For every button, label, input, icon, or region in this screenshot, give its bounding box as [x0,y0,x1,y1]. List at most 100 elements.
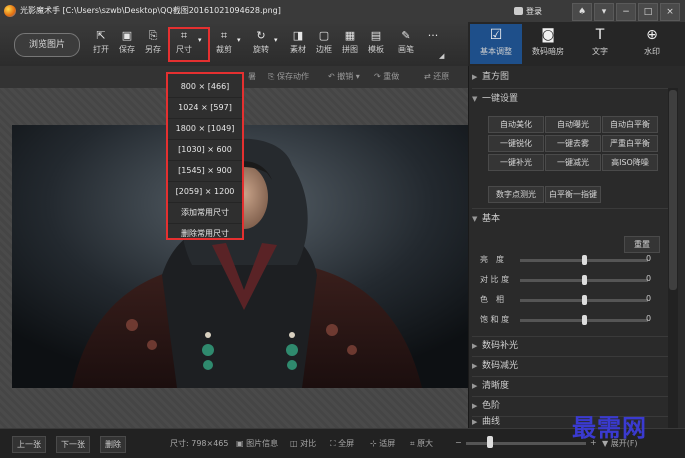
auto-beautify-button[interactable]: 自动美化 [488,116,544,133]
size-option-900[interactable]: [1545] × 900 [168,161,242,182]
size-option-800[interactable]: 800 × [466] [168,77,242,98]
auto-exposure-button[interactable]: 自动曝光 [545,116,601,133]
save-as-button[interactable]: ⎘ 另存 [140,28,166,62]
rotate-button[interactable]: ↻ 旋转 [248,28,274,62]
expand-icon: ▶ [472,402,478,410]
brightness-value: 0 [646,254,652,263]
more-expand-icon[interactable]: ◢ [439,52,444,60]
reset-button[interactable]: 重置 [624,236,660,253]
separator-icon: 暑 [248,72,256,81]
compare-icon: ◫ [290,439,301,448]
prev-image-button[interactable]: 上一张 [12,436,46,453]
saturation-slider-handle[interactable] [582,315,587,325]
auto-white-balance-button[interactable]: 自动白平衡 [602,116,658,133]
tab-watermark[interactable]: ⊕ 水印 [626,24,678,64]
brightness-slider-handle[interactable] [582,255,587,265]
undo-icon: ↶ [328,72,338,81]
next-image-button[interactable]: 下一张 [56,436,90,453]
login-button[interactable]: 登录 [510,4,546,18]
tab-text[interactable]: T 文字 [574,24,626,64]
saturation-label: 饱 和 度 [480,315,510,324]
fullscreen-icon: ⛶ [330,439,339,448]
menu-button[interactable]: ▾ [594,3,614,21]
fullscreen-button[interactable]: ⛶ 全屏 [330,438,354,449]
section-basic[interactable]: ▼ 基本 [472,210,668,228]
spot-metering-button[interactable]: 数字点测光 [488,186,544,203]
crop-icon: ⌗ [220,29,228,42]
zoom-slider-handle[interactable] [487,436,493,448]
reduce-light-button[interactable]: 一键减光 [545,154,601,171]
original-size-icon: ⌗ [410,439,418,448]
material-button[interactable]: ◨ 素材 [285,28,311,62]
contrast-slider-handle[interactable] [582,275,587,285]
saturation-value: 0 [646,314,652,323]
panel-scrollbar-thumb[interactable] [669,90,677,290]
resize-highlight [168,27,210,62]
save-button[interactable]: ▣ 保存 [114,28,140,62]
maximize-button[interactable]: □ [638,3,658,21]
add-size-option[interactable]: 添加常用尺寸 [168,203,242,224]
redo-icon: ↷ [374,72,384,81]
hue-slider-handle[interactable] [582,295,587,305]
zoom-slider[interactable] [466,442,586,445]
collage-icon: ▦ [344,29,356,42]
rotate-dropdown-arrow-icon[interactable]: ▾ [274,36,278,44]
watermark-icon: ⊕ [646,27,658,43]
size-option-600[interactable]: [1030] × 600 [168,140,242,161]
browse-images-button[interactable]: 浏览图片 [14,33,80,57]
brush-button[interactable]: ✎ 画笔 [393,28,419,62]
size-option-1200[interactable]: [2059] × 1200 [168,182,242,203]
compare-button[interactable]: ◫ 对比 [290,438,316,449]
hue-value: 0 [646,294,652,303]
save-as-icon: ⎘ [148,29,158,42]
skin-button[interactable]: ♠ [572,3,592,21]
expand-icon: ▶ [472,73,478,81]
section-reduce-light[interactable]: ▶ 数码减光 [472,357,668,375]
login-label: 登录 [526,6,542,16]
hue-label: 色 相 [480,295,504,304]
brightness-label: 亮 度 [480,255,504,264]
open-button[interactable]: ⇱ 打开 [88,28,114,62]
save-action-button[interactable]: ⎘ 保存动作 [268,71,309,82]
crop-dropdown-arrow-icon[interactable]: ▾ [237,36,241,44]
redo-button[interactable]: ↷ 重做 [374,71,399,82]
delete-size-option[interactable]: 删除常用尺寸 [168,224,242,244]
sharpen-button[interactable]: 一键锐化 [488,135,544,152]
dehaze-button[interactable]: 一键去雾 [545,135,601,152]
border-button[interactable]: ▢ 边框 [311,28,337,62]
section-one-click[interactable]: ▼ 一键设置 [472,90,668,108]
expand-icon: ▶ [472,342,478,350]
size-option-1024[interactable]: 1024 × [597] [168,98,242,119]
collapse-icon: ▼ [472,95,478,103]
section-clarity[interactable]: ▶ 清晰度 [472,377,668,395]
delete-image-button[interactable]: 删除 [100,436,126,453]
close-button[interactable]: × [660,3,680,21]
fit-screen-button[interactable]: ⊹ 适屏 [370,438,395,449]
strict-white-balance-button[interactable]: 严重白平衡 [602,135,658,152]
image-info-button[interactable]: ▣ 图片信息 [236,438,278,449]
section-histogram[interactable]: ▶ 直方图 [472,68,668,86]
expand-icon: ▶ [472,382,478,390]
crop-button[interactable]: ⌗ 裁剪 [211,28,237,62]
info-icon: ▣ [236,439,247,448]
original-size-button[interactable]: ⌗ 原大 [410,438,433,449]
save-action-icon: ⎘ [268,72,277,81]
minimize-button[interactable]: − [616,3,636,21]
size-option-1800[interactable]: 1800 × [1049] [168,119,242,140]
tab-basic-adjust[interactable]: ☑ 基本调整 [470,24,522,64]
template-button[interactable]: ▤ 模板 [363,28,389,62]
size-dropdown-menu: 800 × [466] 1024 × [597] 1800 × [1049] [… [166,72,244,240]
white-balance-pick-button[interactable]: 白平衡一指键 [545,186,601,203]
camera-icon: ◙ [541,27,555,43]
tab-darkroom[interactable]: ◙ 数码暗房 [522,24,574,64]
undo-button[interactable]: ↶ 撤销 ▾ [328,71,360,82]
open-icon: ⇱ [96,29,106,42]
iso-denoise-button[interactable]: 高ISO降噪 [602,154,658,171]
collage-button[interactable]: ▦ 拼图 [337,28,363,62]
fill-light-button[interactable]: 一键补光 [488,154,544,171]
contrast-value: 0 [646,274,652,283]
section-fill-light[interactable]: ▶ 数码补光 [472,337,668,355]
zoom-out-icon[interactable]: − [455,438,462,447]
window-title: 光影魔术手 [C:\Users\szwb\Desktop\QQ截图2016102… [20,6,281,15]
restore-button[interactable]: ⇄ 还原 [424,71,449,82]
